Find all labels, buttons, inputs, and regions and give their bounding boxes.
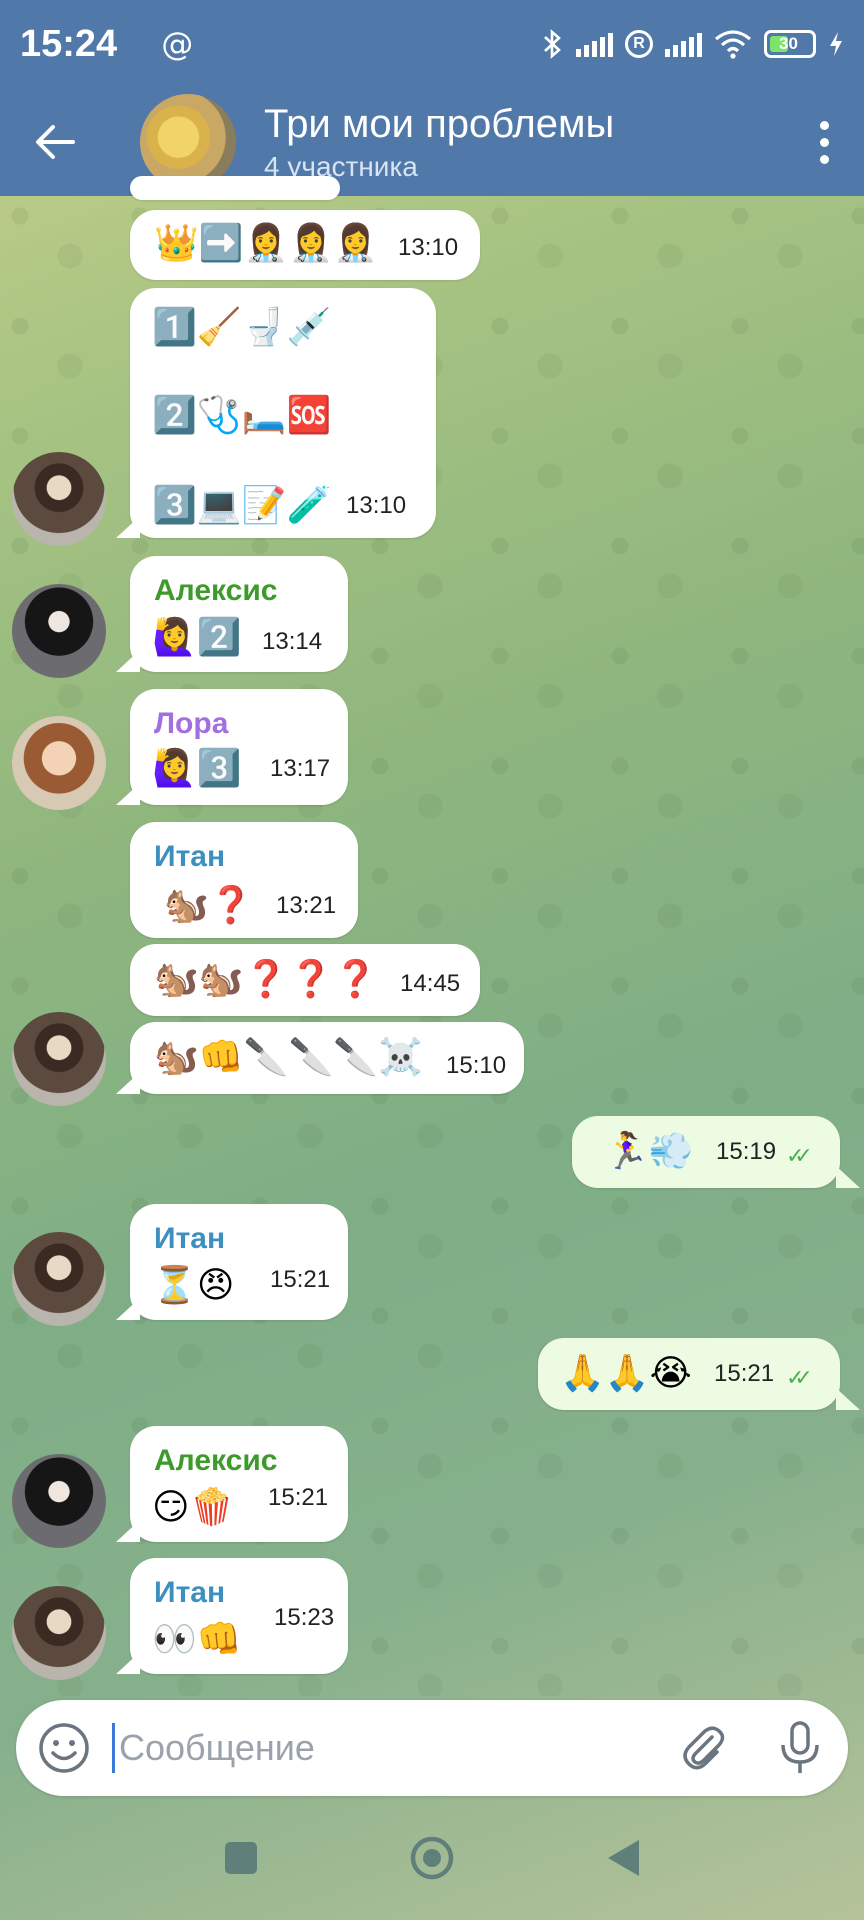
avatar-etan[interactable] bbox=[12, 1012, 106, 1106]
square-icon bbox=[225, 1842, 257, 1874]
avatar-etan[interactable] bbox=[12, 452, 106, 546]
message-time: 15:10 bbox=[446, 1052, 507, 1079]
charging-icon bbox=[830, 32, 842, 56]
wifi-icon bbox=[714, 30, 752, 59]
message-emoji: 🐿️🐿️❓❓❓ bbox=[154, 959, 379, 1000]
message-bubble[interactable]: Алексис 😏🍿 15:21 bbox=[130, 1426, 348, 1542]
message-bubble-outgoing[interactable]: 🙏🙏😭 15:21 ✓✓ bbox=[538, 1338, 840, 1410]
message-emoji: 🏃‍♀️💨 bbox=[604, 1131, 694, 1172]
attach-button[interactable] bbox=[656, 1700, 752, 1796]
signal-icon-2 bbox=[665, 31, 702, 57]
message-time: 13:14 bbox=[262, 628, 323, 655]
message-emoji: 👑➡️👩‍⚕️👩‍⚕️👩‍⚕️ bbox=[154, 223, 379, 264]
message-emoji: ⏳😠 bbox=[152, 1265, 235, 1306]
sender-name: Алексис bbox=[154, 1444, 278, 1477]
bubble-tail bbox=[836, 1388, 860, 1410]
message-emoji-line: 1️⃣🧹🚽💉 bbox=[152, 307, 332, 348]
message-bubble[interactable]: Итан 👀👊 15:23 bbox=[130, 1558, 348, 1674]
menu-dot bbox=[819, 154, 829, 164]
message-emoji: 🙏🙏😭 bbox=[560, 1353, 692, 1394]
sender-name: Итан bbox=[154, 1222, 226, 1255]
message-bubble-partial[interactable] bbox=[130, 176, 340, 200]
microphone-icon bbox=[781, 1721, 819, 1773]
message-bubble[interactable]: 1️⃣🧹🚽💉 2️⃣🩺🛏️🆘 3️⃣💻📝🧪 13:10 bbox=[130, 288, 436, 538]
recents-button[interactable] bbox=[223, 1840, 259, 1880]
battery-level: 30 bbox=[779, 34, 798, 53]
message-emoji: 😏🍿 bbox=[152, 1487, 235, 1528]
back-arrow-icon bbox=[36, 125, 75, 159]
message-time: 13:10 bbox=[398, 234, 459, 261]
bubble-tail bbox=[116, 1652, 140, 1674]
chat-header: Три мои проблемы 4 участника bbox=[0, 88, 864, 196]
status-bar: 15:24 @ R 30 bbox=[0, 0, 864, 88]
navigation-bar bbox=[0, 1800, 864, 1920]
menu-dot bbox=[819, 137, 829, 147]
message-list[interactable]: 👑➡️👩‍⚕️👩‍⚕️👩‍⚕️ 13:10 1️⃣🧹🚽💉 2️⃣🩺🛏️🆘 3️⃣… bbox=[0, 176, 864, 1696]
message-input[interactable] bbox=[112, 1723, 656, 1773]
signal-icon bbox=[576, 31, 613, 57]
avatar-alexis[interactable] bbox=[12, 1454, 106, 1548]
message-time: 14:45 bbox=[400, 970, 461, 997]
bubble-tail bbox=[836, 1166, 860, 1188]
message-bubble[interactable]: Итан 🐿️❓ 13:21 bbox=[130, 822, 358, 938]
bluetooth-icon bbox=[544, 29, 561, 59]
home-button[interactable] bbox=[409, 1835, 455, 1885]
avatar-etan[interactable] bbox=[12, 1232, 106, 1326]
sender-name: Алексис bbox=[154, 574, 278, 607]
message-emoji: 🐿️👊🔪🔪🔪☠️ bbox=[154, 1037, 423, 1078]
smiley-icon bbox=[39, 1723, 89, 1773]
back-button[interactable] bbox=[0, 88, 110, 196]
message-bubble[interactable]: Итан ⏳😠 15:21 bbox=[130, 1204, 348, 1320]
message-time: 15:23 bbox=[274, 1604, 335, 1631]
status-time: 15:24 bbox=[20, 22, 118, 65]
sender-name: Итан bbox=[154, 840, 226, 873]
bubble-tail bbox=[116, 1298, 140, 1320]
read-receipt-icon: ✓✓ bbox=[786, 1366, 813, 1391]
bubble-tail bbox=[116, 1520, 140, 1542]
message-bubble[interactable]: Лора 🙋‍♀️3️⃣ 13:17 bbox=[130, 689, 348, 805]
chat-title: Три мои проблемы bbox=[264, 101, 615, 146]
bubble-tail bbox=[116, 1072, 140, 1094]
message-emoji-line: 3️⃣💻📝🧪 bbox=[152, 485, 332, 526]
message-time: 13:10 bbox=[346, 492, 407, 519]
emoji-button[interactable] bbox=[16, 1700, 112, 1796]
menu-dot bbox=[819, 120, 829, 130]
message-composer bbox=[16, 1700, 848, 1796]
battery-icon: 30 bbox=[764, 30, 816, 58]
message-time: 13:17 bbox=[270, 755, 331, 782]
home-circle-icon bbox=[410, 1836, 454, 1880]
avatar-alexis[interactable] bbox=[12, 584, 106, 678]
message-time: 15:21 bbox=[268, 1484, 329, 1511]
chat-info[interactable]: Три мои проблемы 4 участника bbox=[264, 102, 614, 183]
status-icons: R 30 bbox=[542, 29, 844, 59]
at-icon: @ bbox=[161, 25, 194, 63]
message-time: 15:19 bbox=[716, 1138, 777, 1165]
message-bubble[interactable]: 👑➡️👩‍⚕️👩‍⚕️👩‍⚕️ 13:10 bbox=[130, 210, 480, 280]
more-menu-button[interactable] bbox=[784, 88, 864, 196]
back-nav-button[interactable] bbox=[605, 1838, 641, 1882]
paperclip-icon bbox=[683, 1726, 725, 1770]
message-time: 15:21 bbox=[714, 1360, 775, 1387]
message-emoji: 🙋‍♀️3️⃣ bbox=[152, 748, 242, 789]
message-bubble-outgoing[interactable]: 🏃‍♀️💨 15:19 ✓✓ bbox=[572, 1116, 840, 1188]
read-receipt-icon: ✓✓ bbox=[786, 1144, 813, 1169]
message-time: 13:21 bbox=[276, 892, 337, 919]
avatar-lora[interactable] bbox=[12, 716, 106, 810]
sender-name: Лора bbox=[154, 707, 229, 740]
message-bubble[interactable]: 🐿️👊🔪🔪🔪☠️ 15:10 bbox=[130, 1022, 524, 1094]
message-emoji: 🐿️❓ bbox=[164, 885, 254, 926]
registered-icon: R bbox=[625, 30, 653, 58]
sender-name: Итан bbox=[154, 1576, 226, 1609]
triangle-back-icon bbox=[608, 1840, 639, 1876]
avatar-etan[interactable] bbox=[12, 1586, 106, 1680]
voice-message-button[interactable] bbox=[752, 1700, 848, 1796]
message-bubble[interactable]: Алексис 🙋‍♀️2️⃣ 13:14 bbox=[130, 556, 348, 672]
message-emoji-line: 2️⃣🩺🛏️🆘 bbox=[152, 395, 332, 436]
message-time: 15:21 bbox=[270, 1266, 331, 1293]
message-bubble[interactable]: 🐿️🐿️❓❓❓ 14:45 bbox=[130, 944, 480, 1016]
message-emoji: 🙋‍♀️2️⃣ bbox=[152, 617, 242, 658]
message-emoji: 👀👊 bbox=[152, 1619, 242, 1660]
